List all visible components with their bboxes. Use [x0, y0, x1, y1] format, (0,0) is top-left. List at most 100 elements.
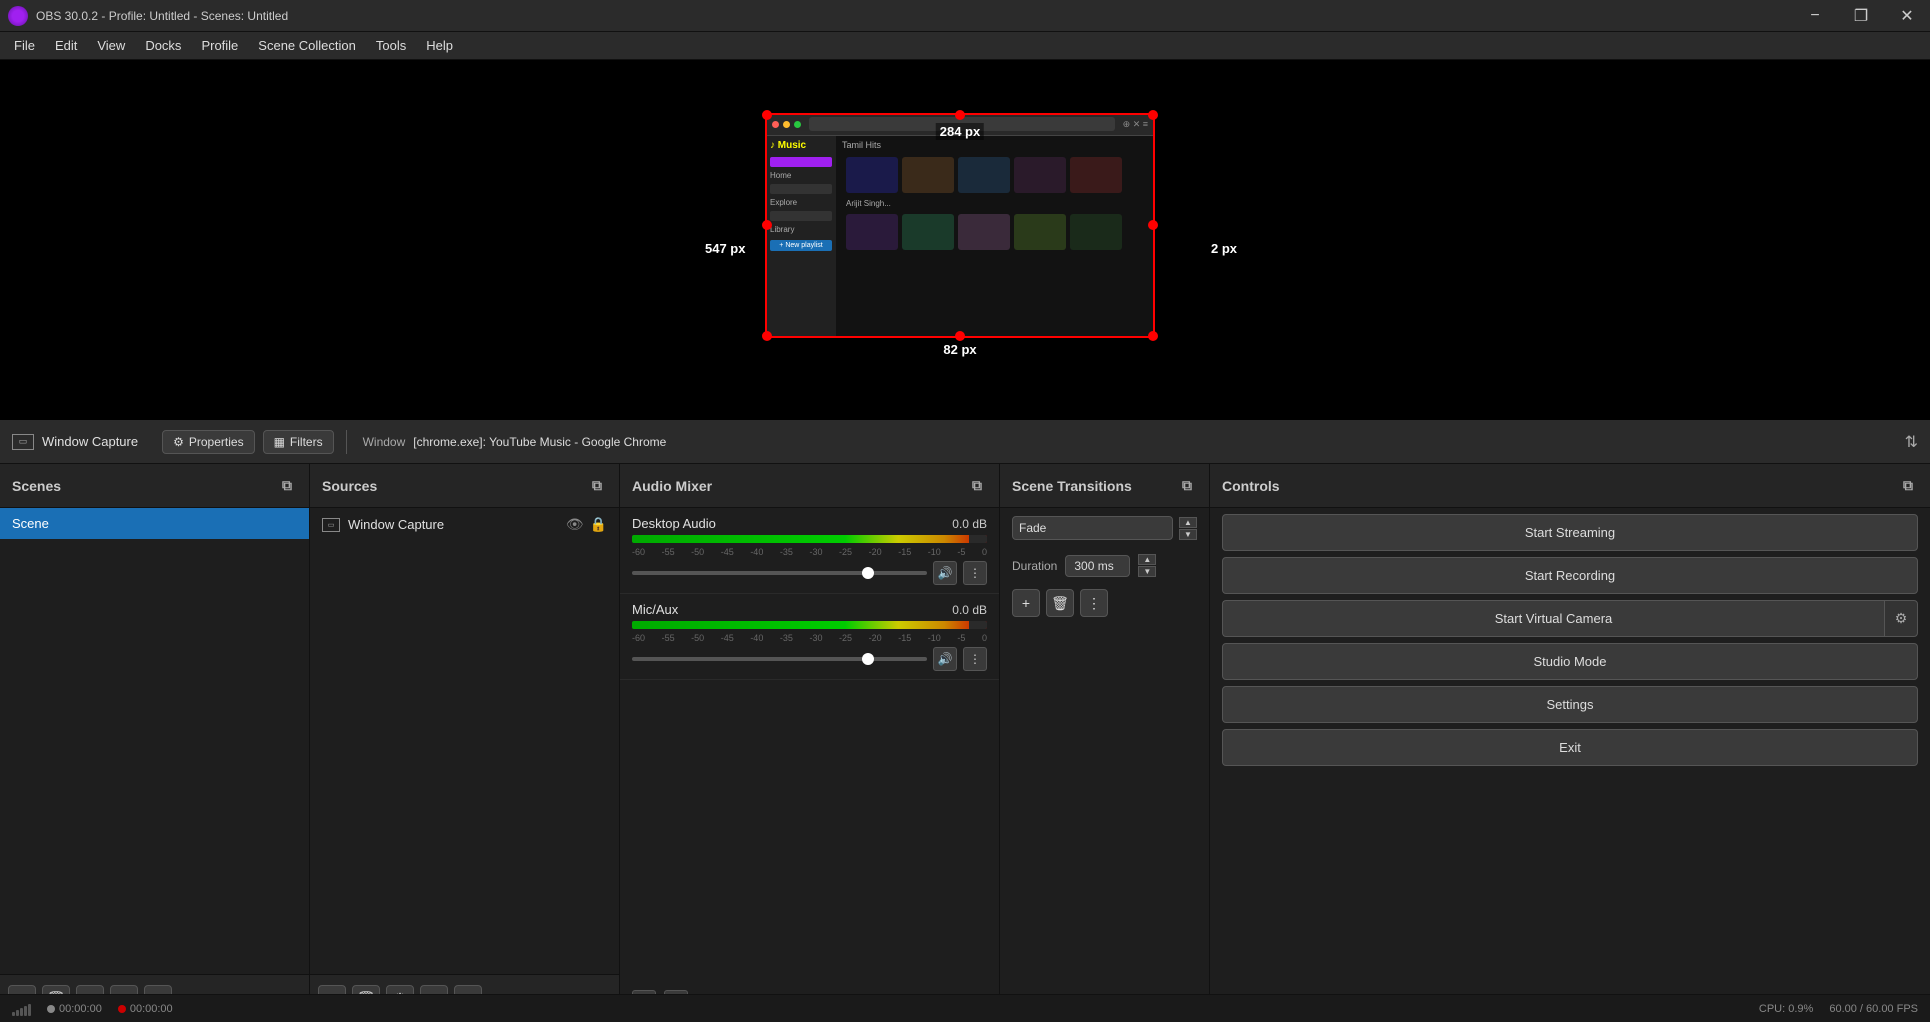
- stream-dot: [47, 1005, 55, 1013]
- transition-type-row: Fade ▲ ▼: [1000, 508, 1209, 548]
- transition-actions: + 🗑 ⋮: [1000, 583, 1209, 623]
- menu-file[interactable]: File: [4, 36, 45, 55]
- controls-panel: Controls ⧉ Start Streaming Start Recordi…: [1210, 464, 1930, 1022]
- menu-bar: File Edit View Docks Profile Scene Colle…: [0, 32, 1930, 60]
- bar2: [16, 1010, 19, 1016]
- filters-button[interactable]: ▦ Filters: [263, 430, 334, 454]
- mic-audio-slider-thumb: [862, 653, 874, 665]
- yt-sidebar: ♪ Music Home Explore Library + New playl…: [766, 136, 836, 337]
- yt-logo: ♪ Music: [770, 140, 832, 151]
- transition-type-select[interactable]: Fade: [1012, 516, 1173, 540]
- mic-audio-controls: 🔊 ⋮: [632, 647, 987, 671]
- transition-more-button[interactable]: ⋮: [1080, 589, 1108, 617]
- mic-audio-mute-button[interactable]: 🔊: [933, 647, 957, 671]
- duration-spin-down[interactable]: ▼: [1138, 566, 1156, 577]
- browser-bar: ⊕ ✕ ≡: [766, 114, 1154, 136]
- yt-card-3: [958, 157, 1010, 193]
- source-eye-icon[interactable]: 👁: [566, 516, 584, 533]
- cpu-usage: CPU: 0.9%: [1759, 1003, 1813, 1015]
- browser-icons: ⊕ ✕ ≡: [1123, 119, 1148, 130]
- scene-transitions-panel: Scene Transitions ⧉ Fade ▲ ▼ Duration ▲ …: [1000, 464, 1210, 1022]
- source-type-icon-wc: ▭: [322, 518, 340, 532]
- menu-docks[interactable]: Docks: [135, 36, 191, 55]
- maximize-button[interactable]: ❐: [1838, 0, 1884, 32]
- duration-row: Duration ▲ ▼: [1000, 548, 1209, 583]
- mic-audio-more-button[interactable]: ⋮: [963, 647, 987, 671]
- studio-mode-button[interactable]: Studio Mode: [1222, 643, 1918, 680]
- obs-logo: [8, 6, 28, 26]
- dim-left: 547 px: [701, 240, 749, 257]
- controls-title: Controls: [1222, 478, 1898, 494]
- source-lock-icon[interactable]: 🔒: [590, 516, 607, 533]
- dot-red: [772, 121, 779, 128]
- audio-mixer-menu-icon[interactable]: ⧉: [967, 476, 987, 496]
- fps-display: 60.00 / 60.00 FPS: [1829, 1003, 1918, 1015]
- exit-button[interactable]: Exit: [1222, 729, 1918, 766]
- mic-audio-header: Mic/Aux 0.0 dB: [632, 602, 987, 617]
- sources-panel-menu-icon[interactable]: ⧉: [587, 476, 607, 496]
- transition-spin-down[interactable]: ▼: [1179, 529, 1197, 540]
- settings-button[interactable]: Settings: [1222, 686, 1918, 723]
- menu-profile[interactable]: Profile: [191, 36, 248, 55]
- start-virtual-camera-button[interactable]: Start Virtual Camera: [1222, 600, 1884, 637]
- scenes-panel-menu-icon[interactable]: ⧉: [277, 476, 297, 496]
- source-toolbar: ▭ Window Capture ⚙ Properties ▦ Filters …: [0, 420, 1930, 464]
- chevron-updown-icon[interactable]: ⇅: [1905, 432, 1918, 452]
- yt-card-4: [1014, 157, 1066, 193]
- menu-tools[interactable]: Tools: [366, 36, 416, 55]
- menu-view[interactable]: View: [87, 36, 135, 55]
- yt-explore: [770, 184, 832, 194]
- audio-channel-desktop: Desktop Audio 0.0 dB -60-55-50-45-40-35-…: [620, 508, 999, 594]
- stream-time: 00:00:00: [59, 1003, 102, 1015]
- start-recording-button[interactable]: Start Recording: [1222, 557, 1918, 594]
- transition-spin-up[interactable]: ▲: [1179, 517, 1197, 528]
- start-streaming-button[interactable]: Start Streaming: [1222, 514, 1918, 551]
- rec-time-item: 00:00:00: [118, 1003, 173, 1015]
- filters-label: Filters: [290, 435, 323, 449]
- close-button[interactable]: ✕: [1884, 0, 1930, 32]
- desktop-audio-more-button[interactable]: ⋮: [963, 561, 987, 585]
- yt-card-10: [1070, 214, 1122, 250]
- duration-spin-up[interactable]: ▲: [1138, 554, 1156, 565]
- menu-help[interactable]: Help: [416, 36, 463, 55]
- desktop-audio-slider[interactable]: [632, 571, 927, 575]
- desktop-audio-scale: -60-55-50-45-40-35-30-25-20-15-10-50: [632, 547, 987, 557]
- yt-library: [770, 211, 832, 221]
- dot-yellow: [783, 121, 790, 128]
- scene-item-scene[interactable]: Scene: [0, 508, 309, 539]
- yt-library-label: Library: [770, 225, 832, 234]
- mic-audio-name: Mic/Aux: [632, 602, 952, 617]
- desktop-audio-mute-button[interactable]: 🔊: [933, 561, 957, 585]
- yt-row-2: [842, 210, 1148, 254]
- status-bar: 00:00:00 00:00:00 CPU: 0.9% 60.00 / 60.0…: [0, 994, 1930, 1022]
- menu-edit[interactable]: Edit: [45, 36, 87, 55]
- yt-card-2: [902, 157, 954, 193]
- menu-scene-collection[interactable]: Scene Collection: [248, 36, 366, 55]
- desktop-audio-slider-thumb: [862, 567, 874, 579]
- source-item-window-capture[interactable]: ▭ Window Capture 👁 🔒: [310, 508, 619, 541]
- sources-panel: Sources ⧉ ▭ Window Capture 👁 🔒 + 🗑 ⚙ ▲ ▼: [310, 464, 620, 1022]
- url-bar: [809, 117, 1115, 131]
- yt-content: ♪ Music Home Explore Library + New playl…: [766, 136, 1154, 337]
- yt-main: Tamil Hits Arijit Singh...: [836, 136, 1154, 337]
- bar5: [28, 1004, 31, 1016]
- source-type-icon: ▭: [12, 434, 34, 450]
- desktop-audio-header: Desktop Audio 0.0 dB: [632, 516, 987, 531]
- gear-icon-vc: ⚙: [1895, 610, 1908, 627]
- virtual-camera-settings-button[interactable]: ⚙: [1884, 600, 1918, 637]
- duration-input[interactable]: [1065, 555, 1130, 577]
- add-transition-button[interactable]: +: [1012, 589, 1040, 617]
- mic-audio-slider[interactable]: [632, 657, 927, 661]
- properties-button[interactable]: ⚙ Properties: [162, 430, 254, 454]
- yt-explore-label: Explore: [770, 198, 832, 207]
- properties-label: Properties: [189, 435, 244, 449]
- remove-transition-button[interactable]: 🗑: [1046, 589, 1074, 617]
- scenes-panel-header: Scenes ⧉: [0, 464, 309, 508]
- yt-row-1: [842, 153, 1148, 197]
- controls-menu-icon[interactable]: ⧉: [1898, 476, 1918, 496]
- yt-card-1: [846, 157, 898, 193]
- source-item-actions: 👁 🔒: [566, 516, 607, 533]
- yt-home: [770, 157, 832, 167]
- minimize-button[interactable]: −: [1792, 0, 1838, 32]
- transitions-menu-icon[interactable]: ⧉: [1177, 476, 1197, 496]
